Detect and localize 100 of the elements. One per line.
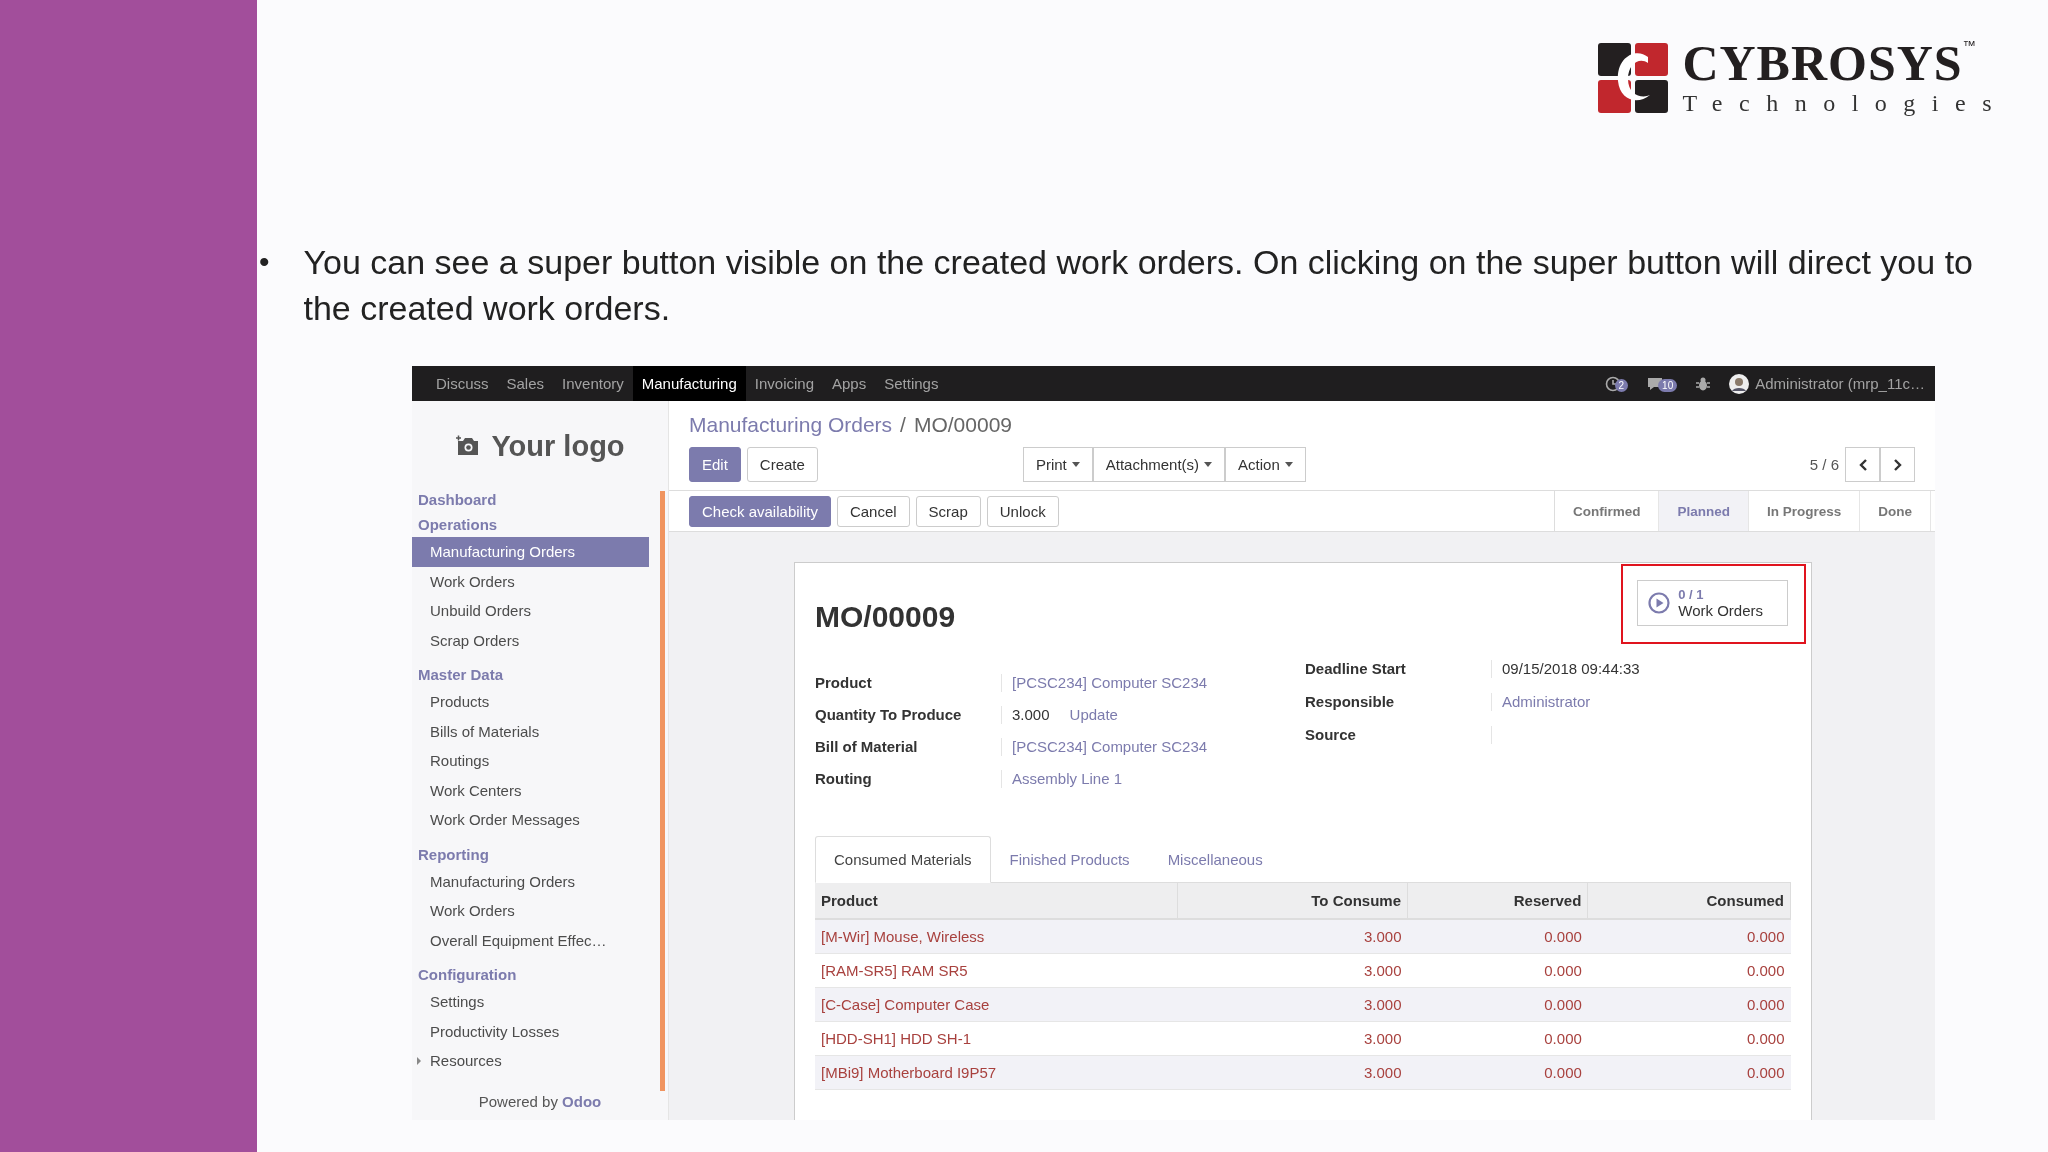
menu-item[interactable]: Manufacturing [632,366,746,401]
tab[interactable]: Consumed Materials [815,836,991,883]
field-value: 3.000 [1012,706,1050,724]
sidebar-item[interactable]: Work Orders [412,896,660,926]
field-value: 09/15/2018 09:44:33 [1502,660,1640,678]
count-badge: 2 [1614,379,1629,392]
sidebar-item[interactable]: Resources [412,1046,660,1076]
field-link[interactable]: Assembly Line 1 [1012,770,1123,788]
menu-item[interactable]: Apps [823,366,876,401]
sidebar-item[interactable]: Routings [412,746,660,776]
status-step[interactable]: Done [1860,491,1931,531]
breadcrumb-link[interactable]: Manufacturing Orders [689,413,893,437]
sidebar-item[interactable]: Work Order Messages [412,805,660,835]
user-menu[interactable]: Administrator (mrp_11c… [1729,373,1925,394]
field-link[interactable]: Administrator [1502,693,1591,711]
table-cell: [MBi9] Motherboard I9P57 [815,1055,1178,1090]
avatar-icon [1729,373,1750,394]
sidebar-item[interactable]: Manufacturing Orders [412,866,660,896]
menu-section-title[interactable]: Dashboard [412,491,660,512]
table-cell: 3.000 [1177,1055,1408,1090]
menu-section-title[interactable]: Reporting [412,834,660,867]
status-step[interactable]: In Progress [1748,491,1861,531]
update-link[interactable]: Update [1069,706,1118,724]
menu-item[interactable]: Discuss [427,366,498,401]
work-orders-button[interactable]: 0 / 1 Work Orders [1637,580,1788,626]
powered-by-text: Powered by Odoo [477,1092,603,1112]
table-cell: [HDD-SH1] HDD SH-1 [815,1021,1178,1056]
count-badge: 10 [1658,379,1678,392]
dropdown-button[interactable]: Attachment(s) [1092,447,1226,482]
caret-down-icon [1071,462,1080,467]
breadcrumb-current: MO/00009 [913,413,1012,437]
workflow-button[interactable]: Scrap [915,495,981,527]
table-cell: 0.000 [1407,953,1588,988]
sidebar-item[interactable]: Settings [412,987,660,1017]
table-cell: 3.000 [1177,1021,1408,1056]
record-title: MO/00009 [815,600,956,634]
column-header[interactable]: To Consume [1177,883,1408,919]
company-logo-text: Your logo [491,429,625,463]
field-link[interactable]: [PCSC234] Computer SC234 [1012,674,1208,692]
bug-icon[interactable] [1695,375,1712,392]
tab[interactable]: Finished Products [990,836,1149,883]
work-orders-label: Work Orders [1678,602,1763,619]
field-label: Source [1305,726,1357,744]
table-cell: 0.000 [1587,919,1791,954]
breadcrumb-separator: / [900,413,906,437]
workflow-button[interactable]: Check availability [689,495,831,527]
workflow-button[interactable]: Cancel [836,495,910,527]
next-button[interactable] [1880,447,1915,482]
column-header[interactable]: Consumed [1587,883,1791,919]
field-label: Bill of Material [815,738,919,756]
sidebar-item[interactable]: Work Centers [412,775,660,805]
clock-icon [1604,375,1621,392]
field-link[interactable]: [PCSC234] Computer SC234 [1012,738,1208,756]
menu-section-title[interactable]: Configuration [412,955,660,987]
table-cell: 3.000 [1177,953,1408,988]
table-cell: 0.000 [1587,987,1791,1022]
sidebar-item[interactable]: Bills of Materials [412,716,660,746]
status-step[interactable]: Planned [1659,491,1749,531]
chevron-left-icon [1857,458,1868,471]
table-cell: 3.000 [1177,919,1408,954]
dropdown-button[interactable]: Action [1225,447,1306,482]
trademark-sign: ™ [1962,38,1976,53]
sidebar-item[interactable]: Unbuild Orders [412,596,660,626]
create-button[interactable]: Create [746,447,818,482]
tab[interactable]: Miscellaneous [1148,836,1282,883]
activity-button[interactable]: 2 [1604,375,1629,392]
menu-item[interactable]: Invoicing [745,366,823,401]
messages-button[interactable]: 10 [1646,375,1678,392]
menu-section-title[interactable]: Master Data [412,655,660,687]
menu-section-title[interactable]: Operations [412,512,660,537]
table-cell: [C-Case] Computer Case [815,987,1178,1022]
table-cell: 0.000 [1407,919,1588,954]
workflow-button[interactable]: Unlock [986,495,1059,527]
sidebar-item[interactable]: Work Orders [412,566,660,596]
chevron-right-icon [1892,458,1903,471]
sidebar-item[interactable]: Scrap Orders [412,625,660,655]
field-label: Responsible [1305,693,1396,711]
menu-item[interactable]: Sales [497,366,554,401]
previous-button[interactable] [1845,447,1880,482]
field-label: Routing [815,770,873,788]
menu-item[interactable]: Settings [875,366,948,401]
sidebar-item[interactable]: Overall Equipment Effec… [412,925,660,955]
field-label: Quantity To Produce [815,706,963,724]
bullet-mark: • [259,244,270,280]
table-cell: 0.000 [1587,1021,1791,1056]
pager-counter: 5 / 6 [1809,456,1839,473]
play-icon [1648,592,1671,614]
sidebar-item[interactable]: Products [412,687,660,717]
menu-item[interactable]: Inventory [553,366,633,401]
dropdown-button[interactable]: Print [1022,447,1093,482]
table-cell: [M-Wir] Mouse, Wireless [815,919,1178,954]
edit-button[interactable]: Edit [689,447,741,482]
column-header[interactable]: Product [815,883,1178,919]
sidebar-item[interactable]: Productivity Losses [412,1016,660,1046]
logo-mark-icon [1598,42,1669,113]
scrollbar[interactable] [660,491,665,1091]
brand-tagline: Technologies [1682,90,2008,117]
column-header[interactable]: Reserved [1407,883,1588,919]
table-cell: 0.000 [1407,1021,1588,1056]
sidebar-item[interactable]: Manufacturing Orders [412,537,649,567]
